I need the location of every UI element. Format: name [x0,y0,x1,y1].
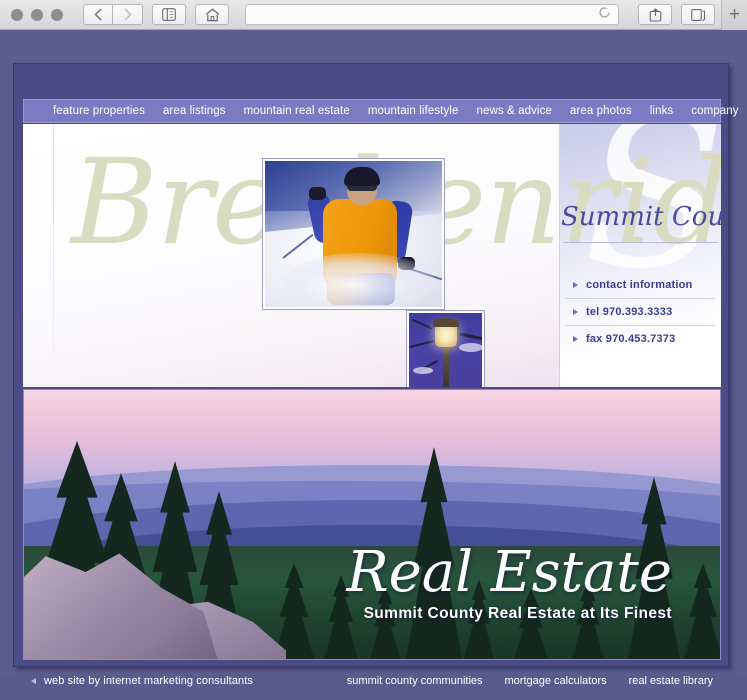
footer-credit-link[interactable]: web site by internet marketing consultan… [23,675,253,687]
maximize-window-button[interactable] [51,8,63,21]
region-script-title: Summit County [561,202,721,232]
navigation-buttons [83,4,143,25]
triangle-bullet-icon [573,309,578,315]
snowy-branch [458,332,482,341]
skier-hat [344,167,380,186]
street-lamp-photo [407,311,484,387]
snow-clump [413,367,433,374]
footer-link-summit-county-communities[interactable]: summit county communities [347,675,483,687]
forward-button[interactable] [113,4,143,25]
footer-link-mortgage-calculators[interactable]: mortgage calculators [505,675,607,687]
fax-label: fax 970.453.7373 [586,333,676,345]
nav-item-news-advice[interactable]: news & advice [467,105,560,117]
fax-row[interactable]: fax 970.453.7373 [565,326,715,352]
hero-script-title: Real Estate [346,540,672,605]
contact-information-label: contact information [586,279,693,291]
share-icon [649,7,661,22]
nav-item-company[interactable]: company [682,105,747,117]
footer-credit-label: web site by internet marketing consultan… [44,675,254,687]
nav-item-area-photos[interactable]: area photos [561,105,641,117]
home-button[interactable] [195,4,229,25]
chevron-right-icon [124,8,131,21]
telephone-row[interactable]: tel 970.393.3333 [565,299,715,326]
snowy-branch [411,318,433,330]
site-frame: feature properties area listings mountai… [13,63,739,687]
footer-link-real-estate-library[interactable]: real estate library [629,675,713,687]
skier-glove-left [309,187,326,200]
chevron-left-icon [94,8,102,21]
nav-item-links[interactable]: links [641,105,683,117]
nav-item-mountain-lifestyle[interactable]: mountain lifestyle [359,105,468,117]
snow-spray [285,253,435,307]
nav-item-feature-properties[interactable]: feature properties [44,105,154,117]
home-icon [205,7,219,21]
snowy-branch [409,339,435,349]
close-window-button[interactable] [11,8,23,21]
lamp-post [443,341,449,387]
triangle-bullet-icon [573,282,578,288]
new-tab-button[interactable] [681,4,715,25]
share-button[interactable] [638,4,672,25]
add-tab-button[interactable]: + [721,0,747,30]
nav-item-mountain-real-estate[interactable]: mountain real estate [235,105,359,117]
header-divider-line [53,124,54,356]
page-backdrop: feature properties area listings mountai… [0,30,747,687]
site-footer: web site by internet marketing consultan… [23,662,721,700]
minimize-window-button[interactable] [31,8,43,21]
hero-image: Real Estate Summit County Real Estate at… [23,389,721,660]
window-traffic-lights [0,8,63,21]
telephone-label: tel 970.393.3333 [586,306,673,318]
toolbar-right-buttons [629,4,715,25]
main-navigation: feature properties area listings mountai… [23,99,739,123]
lamp-glass [435,325,457,347]
triangle-left-bullet-icon [31,678,36,684]
hero-tagline: Summit County Real Estate at Its Finest [363,605,672,622]
address-input[interactable] [245,4,619,25]
lamp-cap [433,318,459,327]
skier-photo [263,159,444,309]
browser-toolbar: + [0,0,747,30]
snow-clump [459,343,482,352]
triangle-bullet-icon [573,336,578,342]
footer-links: summit county communities mortgage calcu… [347,675,721,687]
sidebar-icon [162,8,176,21]
site-header: S Breckenridge [23,124,721,387]
address-bar-container [245,4,619,25]
region-underline [563,242,717,243]
contact-information-link[interactable]: contact information [565,272,715,299]
sidebar-toggle-button[interactable] [152,4,186,25]
new-tab-icon [690,8,705,21]
contact-list: contact information tel 970.393.3333 fax… [565,272,715,352]
back-button[interactable] [83,4,113,25]
nav-item-area-listings[interactable]: area listings [154,105,235,117]
